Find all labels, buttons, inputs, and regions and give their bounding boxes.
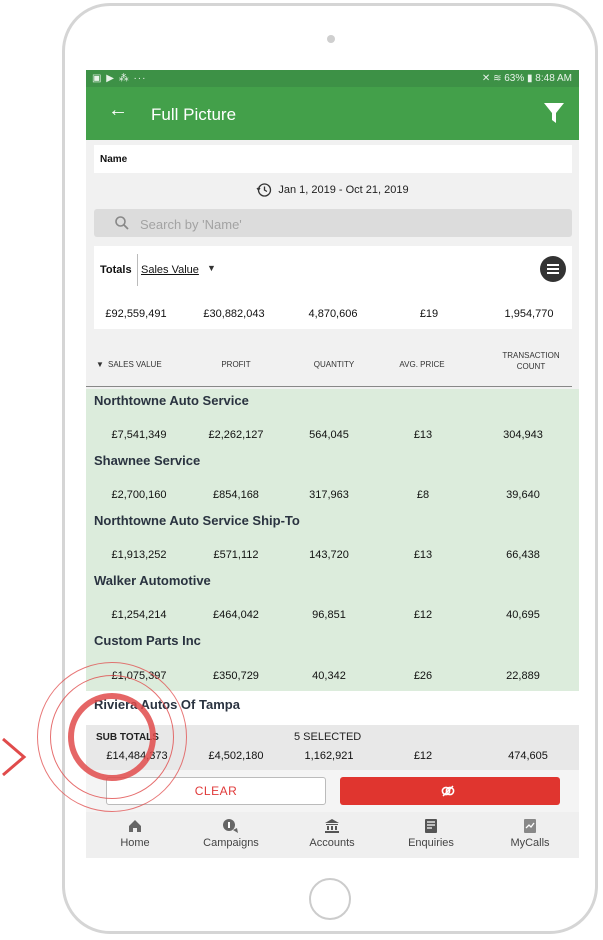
selected-count: 5 SELECTED — [294, 731, 362, 743]
highlight-ring-inner — [68, 693, 156, 781]
row-transaction-count: 22,889 — [506, 670, 540, 682]
status-notification-icons: ▣ ▶ ⁂ ··· — [92, 73, 147, 84]
column-avg-price[interactable]: AVG. PRICE — [392, 359, 452, 370]
search-icon — [115, 216, 129, 230]
mycalls-icon — [524, 819, 536, 833]
totals-label: Totals — [100, 264, 132, 276]
nav-home[interactable]: Home — [90, 818, 180, 849]
apply-selection-button[interactable] — [340, 777, 560, 805]
row-quantity: 317,963 — [309, 489, 349, 501]
row-profit: £350,729 — [213, 670, 259, 682]
bottom-nav: Home Campaigns Accounts Enquiries MyCall… — [86, 812, 579, 858]
sort-desc-icon[interactable]: ▼ — [96, 359, 104, 370]
row-avg-price: £12 — [413, 609, 433, 621]
nav-label: Accounts — [309, 837, 355, 849]
row-sales-value: £2,700,160 — [111, 489, 167, 501]
column-quantity[interactable]: QUANTITY — [299, 359, 369, 370]
search-input[interactable]: Search by 'Name' — [94, 209, 572, 237]
nav-label: Enquiries — [408, 837, 454, 849]
row-avg-price: £26 — [413, 670, 433, 682]
row-profit: £571,112 — [213, 549, 259, 561]
row-profit: £464,042 — [213, 609, 259, 621]
row-name: Shawnee Service — [94, 453, 201, 468]
row-profit: £854,168 — [213, 489, 259, 501]
campaigns-icon — [223, 819, 238, 833]
home-icon — [129, 820, 141, 832]
bank-icon — [325, 819, 339, 833]
row-transaction-count: 304,943 — [503, 429, 543, 441]
arrow-left-icon[interactable]: ← — [108, 99, 128, 122]
nav-label: Campaigns — [203, 837, 259, 849]
total-profit: £30,882,043 — [203, 308, 265, 320]
row-transaction-count: 40,695 — [506, 609, 540, 621]
row-sales-value: £7,541,349 — [111, 429, 167, 441]
camera-dot — [327, 35, 335, 43]
row-quantity: 564,045 — [309, 429, 349, 441]
metric-dropdown[interactable]: Sales Value — [141, 264, 199, 276]
total-quantity: 4,870,606 — [308, 308, 358, 320]
total-avg-price: £19 — [419, 308, 439, 320]
column-sales-value[interactable]: SALES VALUE — [108, 359, 178, 370]
name-label: Name — [100, 154, 128, 165]
row-avg-price: £13 — [413, 549, 433, 561]
nav-campaigns[interactable]: Campaigns — [186, 818, 276, 849]
row-transaction-count: 39,640 — [506, 489, 540, 501]
row-transaction-count: 66,438 — [506, 549, 540, 561]
date-range-text: Jan 1, 2019 - Oct 21, 2019 — [278, 183, 409, 196]
menu-icon[interactable] — [540, 256, 566, 282]
subtotal-quantity: 1,162,921 — [304, 750, 354, 762]
search-placeholder: Search by 'Name' — [140, 217, 242, 232]
status-system-info: ✕ ≋ 63% ▮ 8:48 AM — [481, 73, 572, 84]
filter-icon[interactable] — [543, 101, 565, 125]
row-name: Northtowne Auto Service Ship-To — [94, 513, 300, 528]
app-bar: ← Full Picture — [86, 87, 579, 140]
row-sales-value: £1,913,252 — [111, 549, 167, 561]
column-transaction-count[interactable]: TRANSACTION COUNT — [491, 350, 571, 372]
column-profit[interactable]: PROFIT — [206, 359, 266, 370]
total-sales-value: £92,559,491 — [105, 308, 167, 320]
name-dimension-field[interactable]: Name — [94, 145, 572, 173]
subtotal-transaction-count: 474,605 — [508, 750, 548, 762]
row-name: Custom Parts Inc — [94, 633, 201, 648]
table-header: ▼ SALES VALUE PROFIT QUANTITY AVG. PRICE… — [86, 342, 579, 388]
header-divider — [86, 386, 572, 387]
caret-down-icon[interactable]: ▼ — [207, 263, 216, 273]
results-list: Northtowne Auto Service £7,541,349 £2,26… — [86, 389, 579, 691]
row-quantity: 96,851 — [312, 609, 346, 621]
total-transaction-count: 1,954,770 — [504, 308, 554, 320]
nav-label: MyCalls — [510, 837, 550, 849]
home-hardware-button[interactable] — [309, 878, 351, 920]
subtotal-avg-price: £12 — [413, 750, 433, 762]
totals-divider — [137, 254, 138, 286]
nav-mycalls[interactable]: MyCalls — [485, 818, 575, 849]
chevron-right-icon — [2, 737, 27, 777]
enquiries-icon — [425, 819, 437, 833]
nav-label: Home — [120, 837, 150, 849]
row-name: Northtowne Auto Service — [94, 393, 249, 408]
page-title: Full Picture — [151, 105, 237, 124]
row-avg-price: £8 — [416, 489, 430, 501]
date-range-selector[interactable]: Jan 1, 2019 - Oct 21, 2019 — [86, 182, 579, 202]
nav-enquiries[interactable]: Enquiries — [386, 818, 476, 849]
link-icon — [441, 785, 455, 797]
status-bar: ▣ ▶ ⁂ ··· ✕ ≋ 63% ▮ 8:48 AM — [86, 70, 579, 87]
history-clock-icon — [256, 183, 272, 197]
row-sales-value: £1,254,214 — [111, 609, 167, 621]
subtotal-profit: £4,502,180 — [208, 750, 264, 762]
row-profit: £2,262,127 — [208, 429, 264, 441]
row-quantity: 40,342 — [312, 670, 346, 682]
row-avg-price: £13 — [413, 429, 433, 441]
row-name: Walker Automotive — [94, 573, 211, 588]
totals-panel: Totals Sales Value ▼ £92,559,491 £30,882… — [94, 246, 572, 329]
row-quantity: 143,720 — [309, 549, 349, 561]
nav-accounts[interactable]: Accounts — [287, 818, 377, 849]
